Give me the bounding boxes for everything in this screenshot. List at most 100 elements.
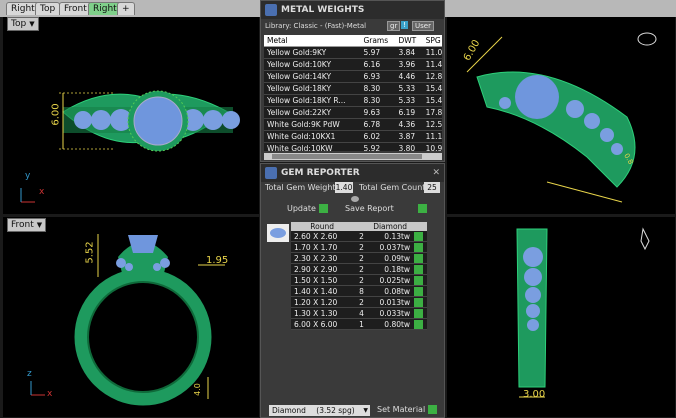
gem-cell: 0.13tw bbox=[366, 231, 414, 242]
metal-cell: 11.45 bbox=[422, 58, 442, 71]
gem-cell: 2 bbox=[353, 231, 367, 242]
metal-cell: 6.78 bbox=[360, 118, 396, 131]
axis-z-label: z bbox=[27, 369, 32, 379]
metal-cell: 12.59 bbox=[422, 118, 442, 131]
gem-row[interactable]: 1.40 X 1.40 8 0.08tw bbox=[291, 285, 427, 297]
scrollbar-thumb[interactable] bbox=[272, 154, 422, 159]
select-gem-button[interactable] bbox=[414, 231, 424, 241]
ring-top-view bbox=[20, 90, 240, 203]
column-header-metal[interactable]: Metal bbox=[264, 35, 361, 47]
metal-cell: White Gold:9K PdW bbox=[264, 118, 361, 131]
select-gem-button[interactable] bbox=[414, 264, 424, 274]
viewport-top[interactable]: Top ▼ 6.00 y x bbox=[3, 17, 259, 214]
gem-cell: 2.60 X 2.60 bbox=[291, 231, 354, 242]
add-tab-button[interactable]: + bbox=[117, 2, 135, 15]
gem-cell: 1.50 X 1.50 bbox=[291, 274, 354, 286]
viewport-perspective[interactable]: 6.00 0.8 bbox=[447, 17, 675, 214]
gem-row[interactable]: 2.60 X 2.60 2 0.13tw bbox=[291, 231, 427, 242]
gem-cell: 0.033tw bbox=[366, 307, 414, 319]
metal-cell: 5.33 bbox=[395, 82, 423, 95]
metal-cell: 17.89 bbox=[422, 106, 442, 119]
select-gem-button[interactable] bbox=[414, 308, 424, 318]
gem-row[interactable]: 6.00 X 6.00 1 0.80tw bbox=[291, 318, 427, 330]
gem-row[interactable]: 1.20 X 1.20 2 0.013tw bbox=[291, 296, 427, 308]
column-header-grams[interactable]: Grams bbox=[360, 35, 396, 47]
select-gem-button[interactable] bbox=[414, 297, 424, 307]
metal-cell: Yellow Gold:14KY bbox=[264, 70, 361, 83]
select-gem-button[interactable] bbox=[414, 253, 424, 263]
metal-weights-title: METAL WEIGHTS bbox=[261, 1, 444, 19]
dimension-label-small: 4.0 bbox=[192, 383, 202, 396]
metal-row[interactable]: Yellow Gold:18KY R...8.305.3315.43 bbox=[264, 94, 442, 107]
select-gem-button[interactable] bbox=[414, 319, 424, 329]
gem-table-container: Round Diamond 2.60 X 2.60 2 0.13tw 1.70 X 1… bbox=[291, 222, 427, 330]
metal-cell: 8.30 bbox=[360, 94, 396, 107]
close-icon[interactable]: ✕ bbox=[432, 164, 440, 182]
unit-info-button[interactable]: ! bbox=[401, 21, 408, 29]
total-gem-weight-label: Total Gem Weight bbox=[265, 183, 336, 192]
column-header-diamond[interactable]: Diamond bbox=[353, 222, 427, 231]
gem-cell: 0.18tw bbox=[366, 263, 414, 275]
viewport-front[interactable]: Front ▼ 5.52 1.95 4.0 z x bbox=[3, 217, 259, 417]
save-report-button[interactable]: Save Report bbox=[345, 204, 427, 213]
metal-cell: Yellow Gold:10KY bbox=[264, 58, 361, 71]
total-gem-weight-value: 1.40 bbox=[335, 182, 353, 193]
total-gem-count-value: 25 bbox=[424, 182, 440, 193]
gem-row[interactable]: 2.30 X 2.30 2 0.09tw bbox=[291, 252, 427, 264]
metal-row[interactable]: Yellow Gold:22KY9.636.1917.89 bbox=[264, 106, 442, 119]
set-material-button[interactable]: Set Material bbox=[377, 405, 437, 414]
set-material-arrow-icon bbox=[427, 405, 437, 414]
metal-row[interactable]: White Gold:10KW5.923.8010.99 bbox=[264, 142, 442, 151]
column-header-spg[interactable]: SPG bbox=[422, 35, 442, 47]
unit-gr-button[interactable]: gr bbox=[387, 21, 401, 31]
dimension-label: 1.95 bbox=[206, 255, 229, 266]
metal-cell: 6.16 bbox=[360, 58, 396, 71]
column-header-dwt[interactable]: DWT bbox=[395, 35, 423, 47]
axis-y-label: y bbox=[25, 171, 31, 181]
gem-thumbnail bbox=[267, 224, 289, 242]
metal-row[interactable]: White Gold:10KX16.023.8711.18 bbox=[264, 130, 442, 143]
tab-front[interactable]: Front bbox=[59, 2, 92, 15]
gem-row[interactable]: 2.90 X 2.90 2 0.18tw bbox=[291, 263, 427, 275]
metal-cell: Yellow Gold:18KY R... bbox=[264, 94, 361, 107]
metal-row[interactable]: Yellow Gold:10KY6.163.9611.45 bbox=[264, 58, 442, 71]
save-report-arrow-icon bbox=[417, 204, 427, 213]
metal-cell: 5.33 bbox=[395, 94, 423, 107]
metal-cell: 15.43 bbox=[422, 94, 442, 107]
metal-row[interactable]: Yellow Gold:14KY6.934.4612.88 bbox=[264, 70, 442, 83]
gem-row[interactable]: 1.50 X 1.50 2 0.025tw bbox=[291, 274, 427, 286]
gem-cell: 2 bbox=[353, 263, 367, 275]
gem-row[interactable]: 1.30 X 1.30 4 0.033tw bbox=[291, 307, 427, 319]
metal-cell: Yellow Gold:22KY bbox=[264, 106, 361, 119]
gem-cell: 0.80tw bbox=[366, 318, 414, 330]
viewport-side[interactable]: 3.00 bbox=[447, 217, 675, 417]
column-header-round[interactable]: Round bbox=[291, 222, 354, 231]
metal-row[interactable]: Yellow Gold:9KY5.973.8411.09 bbox=[264, 46, 442, 59]
select-gem-button[interactable] bbox=[414, 286, 424, 296]
unit-user-button[interactable]: User bbox=[412, 21, 434, 31]
library-label: Library: Classic - (Fast)-Metal bbox=[265, 22, 367, 30]
library-bar: Library: Classic - (Fast)-Metal gr ! Use… bbox=[261, 19, 444, 35]
gem-cell: 8 bbox=[353, 285, 367, 297]
axis-x-label: x bbox=[39, 187, 45, 197]
tab-top[interactable]: Top bbox=[35, 2, 61, 15]
horizontal-scrollbar[interactable] bbox=[264, 153, 442, 160]
gem-cell: 1 bbox=[353, 318, 367, 330]
update-button[interactable]: Update bbox=[287, 204, 328, 213]
gem-row[interactable]: 1.70 X 1.70 2 0.037tw bbox=[291, 241, 427, 253]
material-select[interactable]: Diamond (3.52 spg) ▼ bbox=[269, 405, 370, 416]
select-gem-button[interactable] bbox=[414, 275, 424, 285]
metal-cell: 3.87 bbox=[395, 130, 423, 143]
gem-cell: 0.09tw bbox=[366, 252, 414, 264]
select-gem-button[interactable] bbox=[414, 242, 424, 252]
metal-row[interactable]: Yellow Gold:18KY8.305.3315.43 bbox=[264, 82, 442, 95]
metal-row[interactable]: White Gold:9K PdW6.784.3612.59 bbox=[264, 118, 442, 131]
metal-cell: Yellow Gold:9KY bbox=[264, 46, 361, 59]
dimension-label: 3.00 bbox=[523, 389, 546, 400]
collapse-toggle-icon[interactable] bbox=[351, 196, 359, 202]
gem-cell: 1.70 X 1.70 bbox=[291, 241, 354, 253]
gem-cell: 2.30 X 2.30 bbox=[291, 252, 354, 264]
ring-perspective-view bbox=[466, 32, 657, 203]
metal-cell: 11.18 bbox=[422, 130, 442, 143]
gem-reporter-panel: GEM REPORTER ✕ Total Gem Weight 1.40 Tot… bbox=[260, 163, 445, 418]
